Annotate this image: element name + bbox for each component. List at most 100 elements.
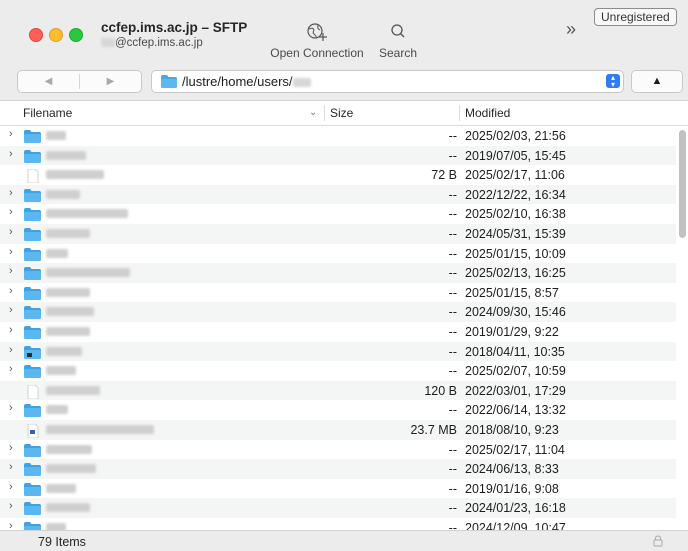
disclosure-chevron-icon[interactable]: › (9, 265, 13, 277)
disclosure-chevron-icon[interactable]: › (9, 324, 13, 336)
file-row[interactable]: 120 B 2022/03/01, 17:29 (0, 380, 676, 402)
folder-icon (24, 286, 41, 303)
file-row[interactable]: › -- 2025/02/03, 21:56 (0, 126, 676, 146)
unregistered-button[interactable]: Unregistered (594, 8, 677, 26)
file-row[interactable]: 72 B 2025/02/17, 11:06 (0, 165, 676, 185)
disclosure-chevron-icon[interactable]: › (9, 246, 13, 258)
disclosure-chevron-icon[interactable]: › (9, 206, 13, 218)
file-row[interactable]: › -- 2025/02/17, 11:04 (0, 440, 676, 460)
folder-icon (24, 149, 41, 166)
redacted-user-dir (292, 78, 311, 88)
redacted-filename (46, 150, 86, 160)
disclosure-chevron-icon[interactable]: › (9, 304, 13, 316)
disclosure-chevron-icon[interactable]: › (9, 481, 13, 493)
disclosure-chevron-icon[interactable]: › (9, 148, 13, 160)
vertical-scrollbar[interactable] (679, 130, 686, 238)
disclosure-chevron-icon[interactable]: › (9, 226, 13, 238)
folder-icon (24, 443, 41, 460)
file-modified: 2025/02/03, 21:56 (465, 129, 566, 143)
modified-column-header[interactable]: Modified (465, 106, 510, 120)
size-column-header[interactable]: Size (330, 106, 353, 120)
folder-icon (24, 502, 41, 518)
folder-icon (24, 365, 41, 381)
folder-icon (24, 228, 41, 244)
search-icon (374, 22, 422, 42)
file-row[interactable]: › -- 2025/01/15, 8:57 (0, 283, 676, 303)
redacted-filename (46, 287, 90, 297)
file-modified: 2024/05/31, 15:39 (465, 227, 566, 241)
file-row[interactable]: › -- 2024/06/13, 8:33 (0, 459, 676, 479)
disclosure-chevron-icon[interactable]: › (9, 520, 13, 530)
folder-icon (24, 482, 41, 499)
disclosure-chevron-icon[interactable]: › (9, 128, 13, 140)
file-modified: 2022/06/14, 13:32 (465, 403, 566, 418)
file-modified: 2025/01/15, 10:09 (465, 246, 566, 261)
redacted-username (101, 38, 115, 48)
folder-icon (24, 522, 41, 530)
disclosure-chevron-icon[interactable]: › (9, 442, 13, 454)
item-count: 79 Items (38, 535, 86, 549)
status-bar: 79 Items (0, 530, 688, 551)
document-icon (24, 384, 41, 402)
file-size: 72 B (431, 168, 457, 183)
redacted-filename (46, 483, 76, 493)
file-row[interactable]: › -- 2025/01/15, 10:09 (0, 244, 676, 264)
file-modified: 2024/09/30, 15:46 (465, 305, 566, 320)
file-row[interactable]: 23.7 MB 2018/08/10, 9:23 (0, 420, 676, 440)
enclosing-folder-button[interactable]: ▲ (631, 70, 683, 93)
disclosure-chevron-icon[interactable]: › (9, 344, 13, 356)
file-row[interactable]: › -- 2024/01/23, 16:18 (0, 498, 676, 518)
file-row[interactable]: › -- 2025/02/10, 16:38 (0, 204, 676, 224)
toolbar-overflow-button[interactable]: » (566, 19, 576, 40)
file-size: -- (448, 305, 457, 320)
file-row[interactable]: › -- 2024/05/31, 15:39 (0, 224, 676, 244)
file-row[interactable]: › -- 2025/02/07, 10:59 (0, 361, 676, 381)
file-modified: 2022/12/22, 16:34 (465, 187, 566, 202)
minimize-window-button[interactable] (49, 28, 63, 42)
file-modified: 2025/02/07, 10:59 (465, 364, 566, 379)
file-modified: 2022/03/01, 17:29 (465, 383, 566, 398)
file-row[interactable]: › -- 2019/01/29, 9:22 (0, 322, 676, 342)
file-size: -- (448, 364, 457, 379)
file-row[interactable]: › -- 2022/12/22, 16:34 (0, 184, 676, 205)
filename-column-header[interactable]: Filename (23, 106, 72, 120)
file-row[interactable]: › -- 2019/01/16, 9:08 (0, 479, 676, 499)
window-subtitle: @ccfep.ims.ac.jp (101, 37, 203, 49)
file-size: -- (448, 521, 457, 530)
current-path: /lustre/home/users/ (182, 74, 311, 89)
disclosure-chevron-icon[interactable]: › (9, 402, 13, 414)
disclosure-chevron-icon[interactable]: › (9, 461, 13, 473)
folder-icon (24, 326, 41, 342)
disclosure-chevron-icon[interactable]: › (9, 500, 13, 512)
back-button[interactable]: ◀ (18, 71, 79, 92)
file-row[interactable]: › -- 2024/09/30, 15:46 (0, 302, 676, 322)
open-connection-button[interactable]: Open Connection (268, 22, 366, 60)
redacted-filename (46, 425, 154, 434)
file-row[interactable]: › -- 2024/12/09, 10:47 (0, 518, 676, 530)
redacted-filename (46, 229, 90, 238)
disclosure-chevron-icon[interactable]: › (9, 285, 13, 297)
file-modified: 2025/02/13, 16:25 (465, 266, 566, 281)
file-size: -- (448, 501, 457, 516)
redacted-filename (46, 385, 100, 395)
disclosure-chevron-icon[interactable]: › (9, 187, 13, 199)
zoom-window-button[interactable] (69, 28, 83, 42)
path-selector[interactable]: /lustre/home/users/ ▴ ▾ (151, 70, 624, 93)
search-button[interactable]: Search (374, 22, 422, 60)
file-row[interactable]: › -- 2019/07/05, 15:45 (0, 145, 676, 166)
file-row[interactable]: › -- 2025/02/13, 16:25 (0, 263, 676, 283)
redacted-filename (46, 503, 90, 513)
close-window-button[interactable] (29, 28, 43, 42)
disclosure-chevron-icon[interactable]: › (9, 363, 13, 375)
globe-plus-icon (268, 22, 366, 42)
forward-button[interactable]: ▶ (80, 71, 141, 92)
file-size: -- (448, 481, 457, 496)
file-modified: 2025/02/17, 11:04 (465, 442, 565, 457)
file-row[interactable]: › -- 2018/04/11, 10:35 (0, 341, 676, 362)
sort-chevron-icon[interactable]: ⌄ (309, 107, 317, 118)
file-modified: 2024/01/23, 16:18 (465, 501, 566, 516)
file-list: › -- 2025/02/03, 21:56 › -- 2019/07/05, 15:45… (0, 126, 688, 530)
file-row[interactable]: › -- 2022/06/14, 13:32 (0, 400, 676, 420)
file-size: -- (448, 266, 457, 281)
file-modified: 2018/04/11, 10:35 (465, 344, 565, 359)
